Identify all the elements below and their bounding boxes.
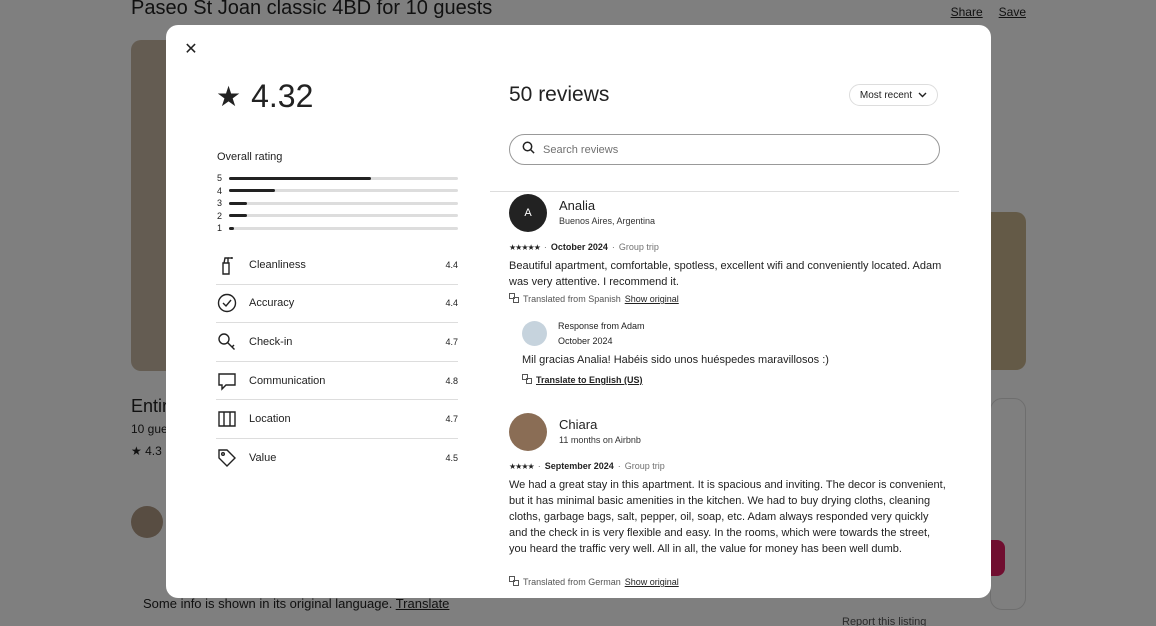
response-text: Mil gracias Analia! Habéis sido unos hué… [522, 354, 829, 366]
chevron-down-icon [918, 90, 927, 101]
review-meta: ★★★★★ · October 2024 · Group trip [509, 242, 659, 252]
spray-bottle-icon [216, 254, 238, 276]
star-icon: ★ [216, 80, 242, 112]
rating-bar-label: 1 [217, 223, 223, 234]
close-icon[interactable]: ✕ [181, 40, 201, 60]
separator: · [617, 461, 621, 471]
rating-bar-track [229, 201, 458, 205]
rating-bar-row: 4 [217, 185, 458, 198]
avatar[interactable]: A [509, 194, 547, 232]
translate-icon [522, 374, 532, 386]
avatar[interactable] [509, 413, 547, 451]
category-value: 4.7 [445, 414, 458, 425]
rating-bar-row: 3 [217, 197, 458, 210]
rating-bar-track [229, 189, 458, 193]
map-icon [216, 408, 238, 430]
search-icon [522, 141, 535, 159]
tag-icon [216, 447, 238, 469]
review-date: September 2024 [544, 461, 614, 471]
reviews-modal: ✕ ★ 4.32 Overall rating 5 4 3 2 1 Cleanl… [166, 25, 991, 598]
category-value-rating: Value 4.5 [216, 439, 458, 478]
rating-bar-label: 2 [217, 210, 223, 221]
reviewer-location: Buenos Aires, Argentina [559, 216, 656, 226]
review-meta: ★★★★ · September 2024 · Group trip [509, 461, 665, 471]
reviewer-name: Chiara [559, 417, 598, 432]
host-avatar[interactable] [522, 321, 547, 346]
chat-bubble-icon [216, 370, 238, 392]
category-label: Communication [249, 374, 326, 387]
translate-icon [509, 293, 519, 305]
rating-bar-label: 3 [217, 198, 223, 209]
category-communication: Communication 4.8 [216, 362, 458, 401]
rating-distribution: 5 4 3 2 1 [217, 172, 458, 235]
rating-bar-row: 5 [217, 172, 458, 185]
host-response: Response from Adam October 2024 Mil grac… [522, 321, 942, 391]
translation-note: Translated from German Show original [509, 576, 679, 588]
category-value: 4.4 [445, 298, 458, 309]
separator: · [537, 461, 541, 471]
rating-bar-fill [229, 214, 248, 218]
translated-from: Translated from German [523, 577, 621, 587]
category-value: 4.8 [445, 375, 458, 386]
category-label: Location [249, 413, 291, 426]
rating-bar-row: 2 [217, 210, 458, 223]
reviews-count-title: 50 reviews [509, 83, 610, 106]
rating-bar-fill [229, 201, 248, 205]
rating-bar-row: 1 [217, 222, 458, 235]
response-title: Response from Adam [558, 321, 645, 331]
rating-bar-label: 4 [217, 185, 223, 196]
star-rating: ★★★★★ [509, 242, 541, 252]
review-item: Chiara 11 months on Airbnb ★★★★ · Septem… [509, 413, 949, 593]
category-ratings: Cleanliness 4.4 Accuracy 4.4 Check-in 4.… [216, 246, 458, 478]
category-value: 4.7 [445, 336, 458, 347]
translate-icon [509, 576, 519, 588]
category-value: 4.4 [445, 259, 458, 270]
sort-label: Most recent [859, 89, 913, 101]
category-accuracy: Accuracy 4.4 [216, 285, 458, 324]
review-date: October 2024 [550, 242, 608, 252]
rating-bar-label: 5 [217, 173, 223, 184]
key-icon [216, 331, 238, 353]
review-text: We had a great stay in this apartment. I… [509, 479, 946, 555]
category-label: Accuracy [249, 297, 295, 310]
overall-rating: ★ 4.32 [216, 78, 313, 115]
rating-bar-fill [229, 226, 234, 230]
category-value: 4.5 [445, 453, 458, 464]
translated-from: Translated from Spanish [523, 294, 621, 304]
overall-rating-value: 4.32 [251, 78, 314, 114]
category-label: Value [249, 452, 277, 465]
rating-bar-track [229, 176, 458, 180]
separator: · [611, 242, 615, 252]
rating-bar-track [229, 226, 458, 230]
show-original-link[interactable]: Show original [625, 294, 679, 304]
sort-dropdown[interactable]: Most recent [849, 84, 938, 106]
translate-to-english-link[interactable]: Translate to English (US) [536, 375, 643, 385]
response-date: October 2024 [558, 336, 613, 346]
search-reviews-input[interactable] [541, 142, 905, 157]
check-circle-icon [216, 292, 238, 314]
star-rating: ★★★★ [509, 461, 535, 471]
overall-rating-label: Overall rating [217, 151, 283, 163]
reviewer-name: Analia [559, 198, 596, 213]
category-cleanliness: Cleanliness 4.4 [216, 246, 458, 285]
category-label: Check-in [249, 335, 293, 348]
search-reviews-box[interactable] [509, 134, 940, 165]
category-label: Cleanliness [249, 258, 306, 271]
header-divider [490, 191, 959, 192]
trip-type: Group trip [624, 461, 665, 471]
category-check-in: Check-in 4.7 [216, 323, 458, 362]
rating-bar-fill [229, 176, 371, 180]
rating-bar-track [229, 214, 458, 218]
translation-note: Translated from Spanish Show original [509, 293, 679, 305]
category-location: Location 4.7 [216, 400, 458, 439]
show-original-link[interactable]: Show original [625, 577, 679, 587]
separator: · [543, 242, 547, 252]
review-text: Beautiful apartment, comfortable, spotle… [509, 260, 942, 288]
response-translate: Translate to English (US) [522, 374, 643, 386]
rating-bar-fill [229, 189, 275, 193]
trip-type: Group trip [618, 242, 659, 252]
reviewer-tenure: 11 months on Airbnb [559, 435, 641, 445]
review-item: A Analia Buenos Aires, Argentina ★★★★★ ·… [509, 194, 949, 394]
